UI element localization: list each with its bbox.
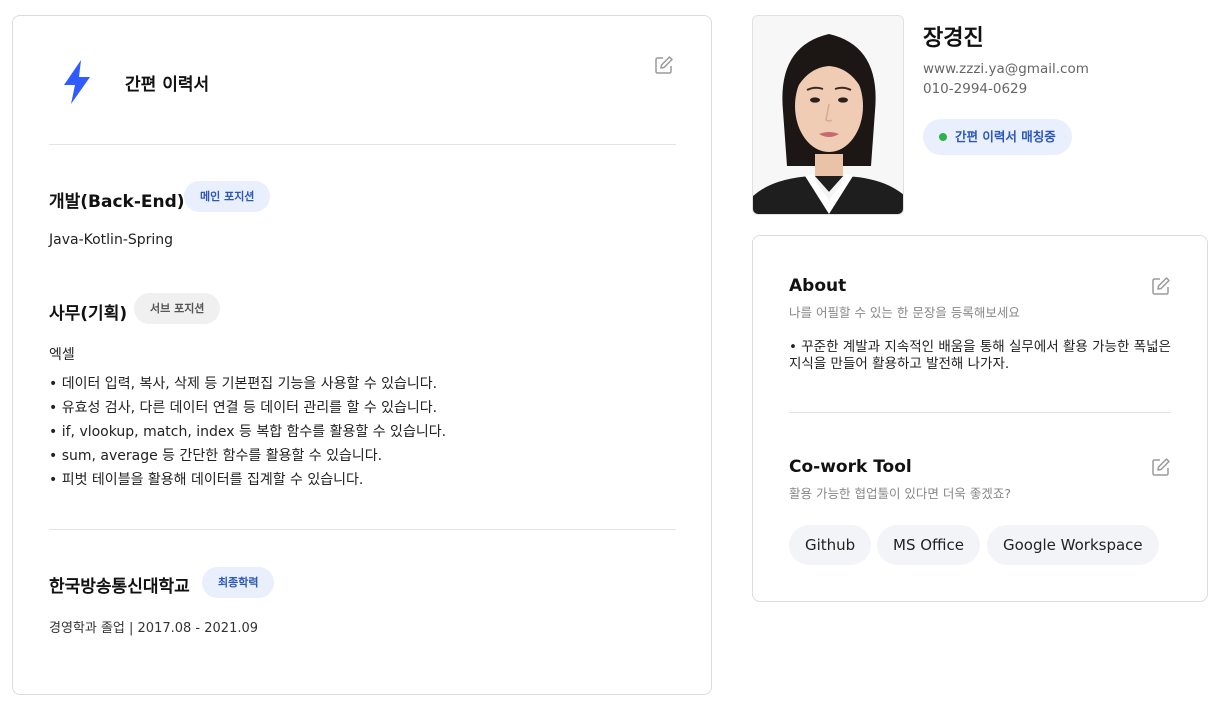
main-position-title: 개발(Back-End)	[49, 192, 185, 212]
cowork-subheading: 활용 가능한 협업툴이 있다면 더욱 좋겠죠?	[789, 486, 1012, 501]
edit-cowork-icon[interactable]	[1151, 457, 1171, 477]
sub-position-badge: 서브 포지션	[134, 293, 221, 324]
list-item: sum, average 등 간단한 함수를 활용할 수 있습니다.	[49, 444, 446, 468]
divider	[789, 412, 1171, 413]
cowork-heading: Co-work Tool	[789, 457, 912, 477]
lightning-icon	[61, 60, 93, 104]
main-position-skills: Java-Kotlin-Spring	[49, 232, 174, 248]
status-badge: 간편 이력서 매칭중	[923, 119, 1072, 155]
education-badge: 최종학력	[202, 567, 275, 598]
list-item: if, vlookup, match, index 등 복합 함수를 활용할 수…	[49, 420, 446, 444]
profile-email: www.zzzi.ya@gmail.com	[923, 61, 1089, 77]
tool-chip-ms-office[interactable]: MS Office	[877, 525, 981, 565]
tool-chip-github[interactable]: Github	[789, 525, 872, 565]
about-text: • 꾸준한 계발과 지속적인 배움을 통해 실무에서 활용 가능한 폭넓은 지식…	[789, 339, 1171, 372]
divider	[49, 529, 676, 530]
education-school: 한국방송통신대학교	[49, 577, 190, 597]
tool-chip-google-workspace[interactable]: Google Workspace	[987, 525, 1159, 565]
sub-position-title: 사무(기획)	[49, 304, 128, 324]
main-position-badge: 메인 포지션	[184, 181, 271, 212]
resume-card: 간편 이력서 개발(Back-End) 메인 포지션 Java-Kotlin-S…	[12, 15, 712, 695]
profile-name: 장경진	[923, 26, 984, 51]
divider	[49, 144, 676, 145]
about-subheading: 나를 어필할 수 있는 한 문장을 등록해보세요	[789, 305, 1020, 320]
education-detail: 경영학과 졸업 | 2017.08 - 2021.09	[49, 621, 259, 636]
list-item: 데이터 입력, 복사, 삭제 등 기본편집 기능을 사용할 수 있습니다.	[49, 372, 446, 396]
edit-about-icon[interactable]	[1151, 276, 1171, 296]
resume-title: 간편 이력서	[125, 75, 210, 95]
list-item: 피벗 테이블을 활용해 데이터를 집계할 수 있습니다.	[49, 468, 446, 492]
sub-position-skill-list: 데이터 입력, 복사, 삭제 등 기본편집 기능을 사용할 수 있습니다. 유효…	[49, 372, 446, 492]
profile-photo	[752, 15, 904, 215]
list-item: 유효성 검사, 다른 데이터 연결 등 데이터 관리를 할 수 있습니다.	[49, 396, 446, 420]
profile-phone: 010-2994-0629	[923, 81, 1028, 97]
status-dot	[939, 132, 947, 141]
about-heading: About	[789, 276, 847, 296]
edit-resume-icon[interactable]	[654, 55, 674, 75]
sub-position-skill-title: 엑셀	[49, 347, 75, 363]
status-label: 간편 이력서 매칭중	[955, 129, 1056, 144]
about-card: About 나를 어필할 수 있는 한 문장을 등록해보세요 • 꾸준한 계발과…	[752, 235, 1208, 602]
